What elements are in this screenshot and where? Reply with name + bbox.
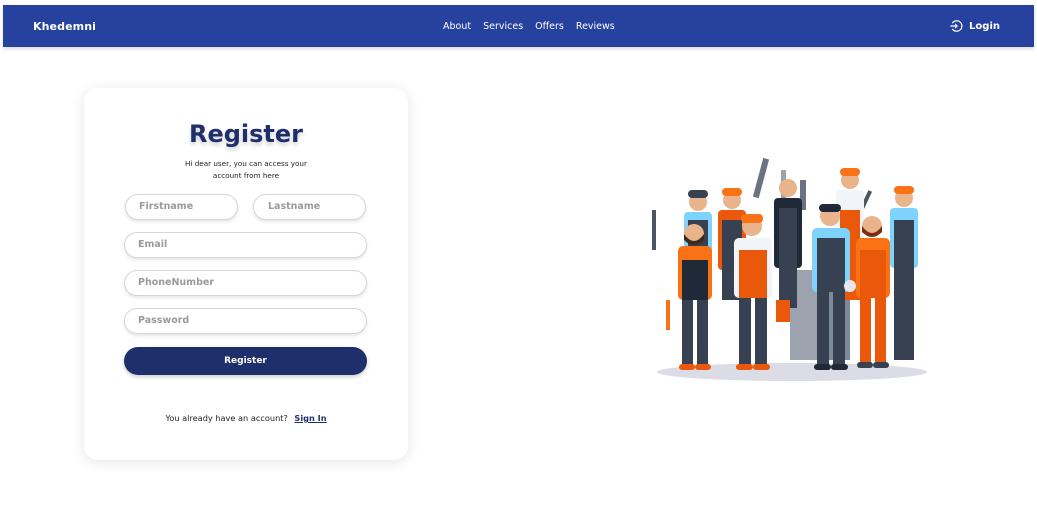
nav-link-offers[interactable]: Offers (535, 21, 564, 32)
nav-links: About Services Offers Reviews (443, 21, 615, 32)
signin-row: You already have an account? Sign In (84, 413, 408, 423)
login-label: Login (969, 20, 1000, 32)
page-title: Register (188, 120, 304, 148)
phone-field[interactable]: PhoneNumber (124, 270, 367, 296)
subtitle-line-1: Hi dear user, you can access your (185, 159, 307, 168)
login-icon (950, 20, 963, 32)
password-field[interactable]: Password (124, 308, 367, 334)
firstname-field[interactable]: Firstname (125, 194, 238, 220)
register-button[interactable]: Register (124, 347, 367, 375)
register-subtitle: Hi dear user, you can access your accoun… (176, 158, 316, 182)
signin-link[interactable]: Sign In (294, 413, 326, 423)
lastname-field[interactable]: Lastname (253, 194, 366, 220)
top-navbar: Khedemni About Services Offers Reviews L… (3, 5, 1034, 47)
nav-link-services[interactable]: Services (483, 21, 523, 32)
nav-link-reviews[interactable]: Reviews (576, 21, 615, 32)
register-card: Register Hi dear user, you can access yo… (84, 88, 408, 460)
workers-group-illustration (652, 157, 927, 381)
have-account-text: You already have an account? (165, 413, 288, 423)
login-button[interactable]: Login (949, 19, 1000, 33)
email-field[interactable]: Email (124, 232, 367, 258)
nav-link-about[interactable]: About (443, 21, 471, 32)
brand-logo[interactable]: Khedemni (33, 20, 96, 33)
subtitle-line-2: account from here (212, 171, 280, 180)
